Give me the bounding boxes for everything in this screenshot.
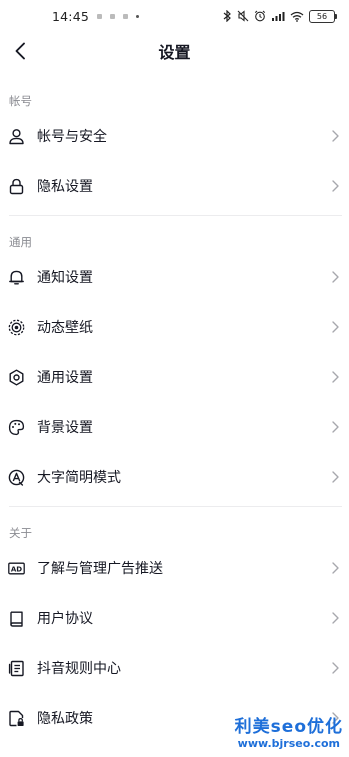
document-icon [8,660,25,677]
settings-item-live-wallpaper[interactable]: 动态壁纸 [0,302,349,352]
mute-icon [237,10,249,22]
item-label: 通用设置 [37,370,93,386]
watermark: 利美seo优化 www.bjrseo.com [234,717,343,750]
user-icon [8,128,25,145]
section-label-about: 关于 [9,526,32,540]
more-notifications-icon [136,14,140,18]
chevron-right-icon [329,562,341,574]
chevron-right-icon [329,662,341,674]
signal-icon [272,11,285,21]
divider [9,506,342,507]
lock-icon [8,178,25,195]
settings-item-background-settings[interactable]: 背景设置 [0,402,349,452]
chevron-left-icon [15,42,25,60]
item-label: 通知设置 [37,270,93,286]
settings-item-large-font-mode[interactable]: 大字简明模式 [0,452,349,502]
item-label: 隐私设置 [37,179,93,195]
wallpaper-icon [8,319,25,336]
settings-item-notification-settings[interactable]: 通知设置 [0,252,349,302]
chevron-right-icon [329,271,341,283]
wifi-icon [290,11,304,22]
settings-item-privacy-settings[interactable]: 隐私设置 [0,161,349,211]
status-right: 56 [223,9,337,23]
book-icon [8,610,25,627]
notification-icon [97,13,103,19]
chevron-right-icon [329,471,341,483]
bell-icon [8,269,25,286]
large-font-icon [8,469,25,486]
item-label: 大字简明模式 [37,470,121,486]
bluetooth-icon [223,10,231,22]
settings-item-ad-management[interactable]: AD 了解与管理广告推送 [0,543,349,593]
chevron-right-icon [329,421,341,433]
settings-item-user-agreement[interactable]: 用户协议 [0,593,349,643]
item-label: 帐号与安全 [37,129,107,145]
nav-bar: 设置 [0,32,349,70]
svg-text:AD: AD [11,565,22,573]
status-left: 14:45 [52,8,140,24]
palette-icon [8,419,25,436]
notification-icon [123,13,129,19]
page-title: 设置 [158,43,191,62]
watermark-title: 利美seo优化 [234,717,343,737]
section-label-general: 通用 [9,235,32,249]
item-label: 了解与管理广告推送 [37,561,163,577]
chevron-right-icon [329,130,341,142]
status-time: 14:45 [52,8,90,24]
ad-icon: AD [8,560,25,577]
chevron-right-icon [329,612,341,624]
alarm-icon [254,10,266,22]
battery-icon: 56 [309,9,337,23]
section-label-account: 帐号 [9,94,32,108]
status-bar: 14:45 56 [0,0,349,32]
watermark-url: www.bjrseo.com [237,737,340,750]
item-label: 动态壁纸 [37,320,93,336]
divider [9,215,342,216]
settings-item-account-security[interactable]: 帐号与安全 [0,111,349,161]
gear-icon [8,369,25,386]
settings-item-general-settings[interactable]: 通用设置 [0,352,349,402]
item-label: 背景设置 [37,420,93,436]
chevron-right-icon [329,180,341,192]
notification-icon [110,13,116,19]
policy-lock-icon [8,710,25,727]
back-button[interactable] [4,35,36,67]
chevron-right-icon [329,371,341,383]
settings-item-rules-center[interactable]: 抖音规则中心 [0,643,349,693]
item-label: 抖音规则中心 [37,661,121,677]
item-label: 用户协议 [37,611,93,627]
chevron-right-icon [329,321,341,333]
